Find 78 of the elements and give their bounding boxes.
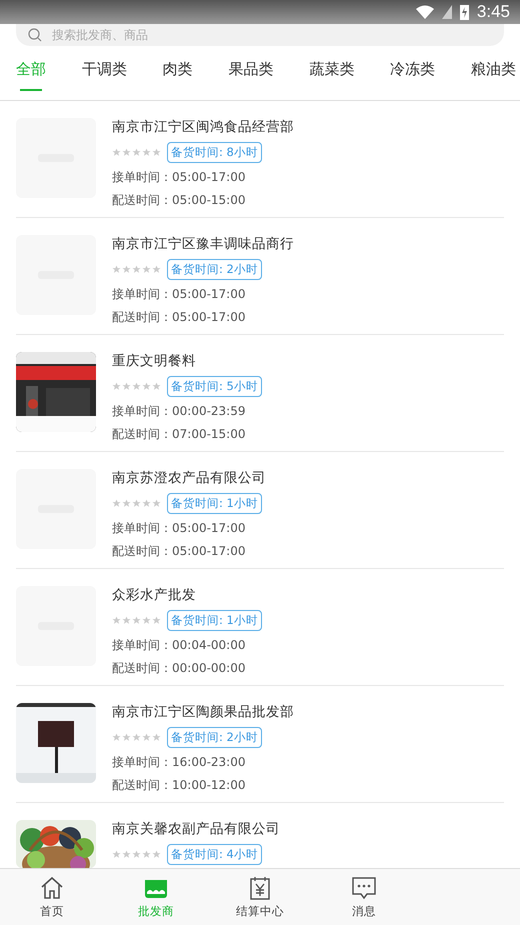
star-icon	[152, 148, 161, 157]
clock-time: 3:45	[476, 2, 510, 22]
star-icon	[132, 850, 141, 859]
star-icon	[132, 148, 141, 157]
delivery-time: 配送时间：05:00-17:00	[112, 543, 246, 560]
star-icon	[112, 733, 121, 742]
chat-icon	[351, 875, 377, 901]
signal-icon	[442, 5, 452, 19]
star-icon	[112, 265, 121, 274]
prep-time-tag: 备货时间: 2小时	[167, 259, 262, 280]
star-icon	[122, 850, 131, 859]
nav-tab[interactable]: 结算中心	[208, 869, 312, 925]
delivery-time: 配送时间：00:00-00:00	[112, 660, 246, 677]
star-icon	[112, 382, 121, 391]
delivery-time: 配送时间：07:00-15:00	[112, 426, 246, 443]
star-icon	[142, 382, 151, 391]
order-time: 接单时间：05:00-17:00	[112, 286, 246, 303]
star-icon	[122, 733, 131, 742]
shop-name[interactable]: 南京市江宁区豫丰调味品商行	[112, 235, 294, 253]
category-tab[interactable]: 蔬菜类	[309, 52, 354, 100]
category-tab[interactable]: 粮油类	[470, 52, 516, 100]
prep-time-tag: 备货时间: 8小时	[167, 142, 262, 163]
star-icon	[122, 382, 131, 391]
star-icon	[132, 499, 141, 508]
order-time: 接单时间：00:04-00:00	[112, 637, 246, 654]
category-tab[interactable]: 肉类	[162, 52, 193, 100]
star-icon	[152, 499, 161, 508]
star-icon	[112, 616, 121, 625]
order-time: 接单时间：16:00-23:00	[112, 754, 246, 771]
delivery-time: 配送时间：05:00-15:00	[112, 192, 246, 209]
star-icon	[142, 148, 151, 157]
star-icon	[142, 265, 151, 274]
order-time: 接单时间：00:00-23:59	[112, 403, 246, 420]
search-field[interactable]: 搜索批发商、商品	[16, 24, 504, 46]
battery-icon	[460, 4, 469, 20]
star-icon	[142, 733, 151, 742]
nav-tab[interactable]: 消息	[312, 869, 416, 925]
star-icon	[142, 850, 151, 859]
star-icon	[132, 616, 141, 625]
star-icon	[132, 382, 141, 391]
star-icon	[132, 733, 141, 742]
search-icon	[28, 28, 42, 42]
star-icon	[112, 850, 121, 859]
prep-time-tag: 备货时间: 2小时	[167, 727, 262, 748]
star-icon	[112, 148, 121, 157]
shop-name[interactable]: 重庆文明餐料	[112, 352, 262, 370]
star-icon	[152, 265, 161, 274]
star-icon	[152, 382, 161, 391]
prep-time-tag: 备货时间: 5小时	[167, 376, 262, 397]
category-tab[interactable]: 果品类	[228, 52, 274, 100]
star-icon	[142, 499, 151, 508]
star-icon	[122, 265, 131, 274]
order-time: 接单时间：05:00-17:00	[112, 169, 246, 186]
wifi-icon	[416, 5, 434, 19]
category-tab[interactable]: 干调类	[82, 52, 127, 100]
star-icon	[142, 616, 151, 625]
shop-name[interactable]: 南京市江宁区闽鸿食品经营部	[112, 118, 294, 136]
nav-tab[interactable]: 首页	[0, 869, 104, 925]
star-icon	[122, 616, 131, 625]
star-icon	[152, 850, 161, 859]
home-icon	[39, 875, 65, 901]
star-icon	[122, 499, 131, 508]
star-icon	[152, 616, 161, 625]
star-icon	[112, 499, 121, 508]
prep-time-tag: 备货时间: 4小时	[167, 844, 262, 865]
shop-name[interactable]: 众彩水产批发	[112, 586, 262, 604]
shop-name[interactable]: 南京市江宁区陶颜果品批发部	[112, 703, 294, 721]
star-icon	[152, 733, 161, 742]
shop-name[interactable]: 南京关馨农副产品有限公司	[112, 820, 280, 838]
star-icon	[132, 265, 141, 274]
delivery-time: 配送时间：05:00-17:00	[112, 309, 246, 326]
order-time: 接单时间：05:00-17:00	[112, 520, 246, 537]
shop-name[interactable]: 南京苏澄农产品有限公司	[112, 469, 266, 487]
delivery-time: 配送时间：10:00-12:00	[112, 777, 246, 794]
star-icon	[122, 148, 131, 157]
prep-time-tag: 备货时间: 1小时	[167, 493, 262, 514]
category-tab[interactable]: 冷冻类	[390, 52, 436, 100]
prep-time-tag: 备货时间: 1小时	[167, 610, 262, 631]
